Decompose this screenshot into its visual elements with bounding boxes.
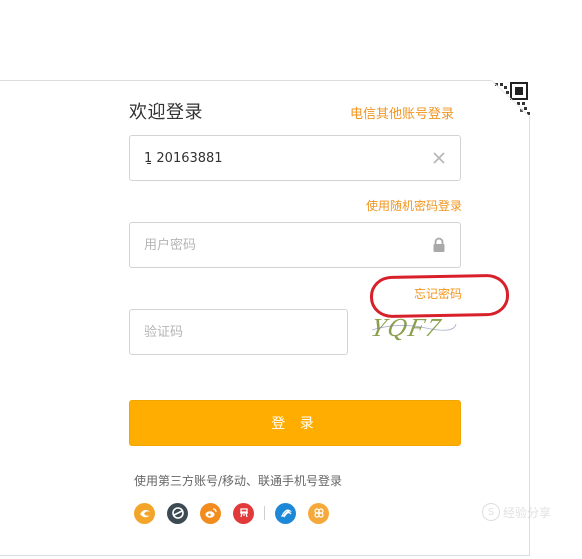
yixin-icon[interactable]: [233, 502, 254, 524]
qr-code-corner-icon[interactable]: [491, 80, 531, 118]
page-title: 欢迎登录: [129, 102, 203, 123]
password-input[interactable]: [144, 223, 414, 267]
watermark-logo-icon: S: [482, 503, 500, 521]
watermark: S 经验分享: [482, 503, 551, 521]
weibo-icon[interactable]: [200, 502, 221, 524]
qq-icon[interactable]: [167, 502, 188, 524]
social-login-row: [134, 502, 341, 524]
yiwan-icon[interactable]: [134, 502, 155, 524]
password-field[interactable]: [129, 222, 461, 268]
forgot-password-link[interactable]: 忘记密码: [414, 285, 462, 302]
phone-field[interactable]: [129, 135, 461, 181]
third-party-login-label: 使用第三方账号/移动、联通手机号登录: [134, 474, 343, 488]
captcha-image[interactable]: YQF7: [368, 306, 458, 346]
clear-icon[interactable]: [430, 149, 448, 167]
china-mobile-icon[interactable]: [275, 502, 296, 524]
random-password-login-link[interactable]: 使用随机密码登录: [366, 197, 462, 214]
china-unicom-icon[interactable]: [308, 502, 329, 524]
login-button[interactable]: 登 录: [129, 400, 461, 446]
phone-input[interactable]: [144, 136, 414, 180]
captcha-field[interactable]: [129, 309, 414, 355]
social-divider: [264, 506, 265, 520]
other-account-login-link[interactable]: 电信其他账号登录: [350, 103, 454, 122]
watermark-text: 经验分享: [503, 505, 552, 520]
lock-icon: [430, 236, 448, 254]
